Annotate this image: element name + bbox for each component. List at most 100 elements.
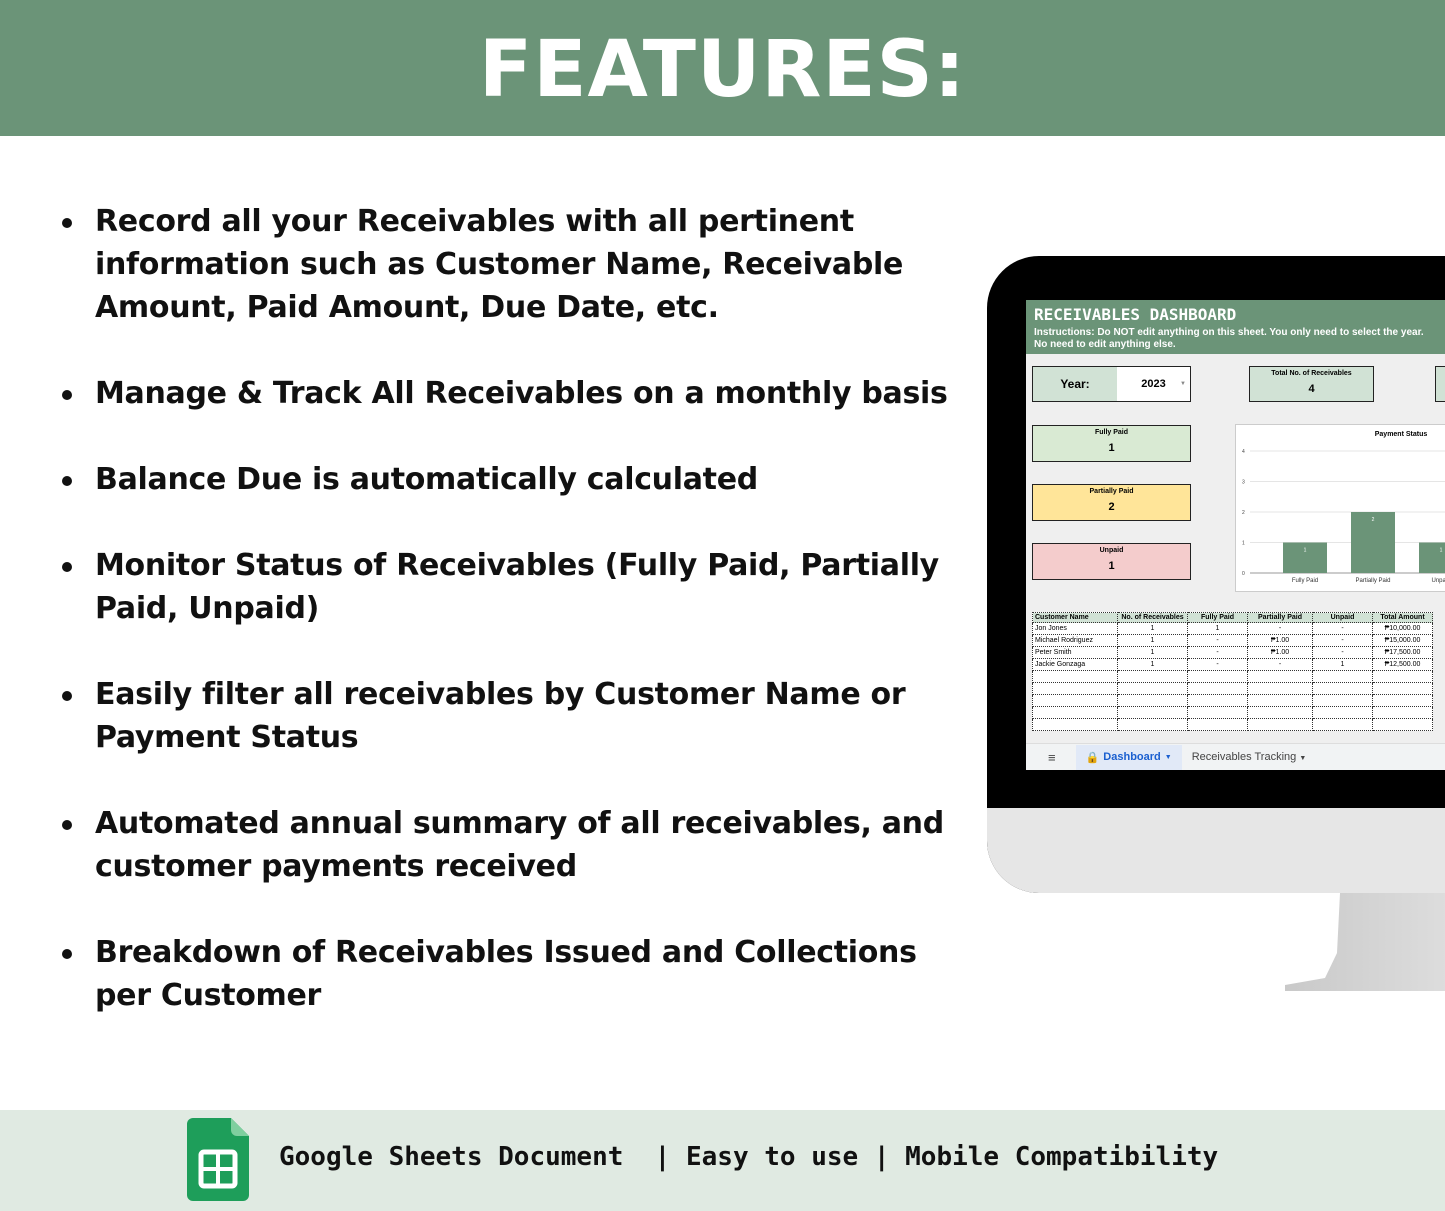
year-selector[interactable]: Year: 2023 ▼ xyxy=(1032,366,1191,402)
table-cell xyxy=(1247,706,1313,719)
column-header: Total Amount xyxy=(1372,612,1433,623)
lock-icon: 🔒 xyxy=(1085,751,1100,764)
column-header: Unpaid xyxy=(1312,612,1373,623)
table-cell xyxy=(1187,706,1248,719)
feature-item: Automated annual summary of all receivab… xyxy=(60,802,960,888)
table-cell xyxy=(1187,694,1248,707)
all-sheets-menu-icon[interactable]: ≡ xyxy=(1048,750,1056,765)
feature-item: Breakdown of Receivables Issued and Coll… xyxy=(60,931,960,1017)
table-row xyxy=(1032,682,1433,695)
table-row: Jon Jones 1 1- - ₱10,000.00 xyxy=(1032,622,1433,635)
y-tick-label: 0 xyxy=(1242,571,1245,577)
header-banner: FEATURES: xyxy=(0,0,1445,136)
sheet-tabs: ≡ 🔒 Dashboard ▼ Receivables Tracking ▼ xyxy=(1026,743,1445,770)
table-cell: ₱12,500.00 xyxy=(1372,658,1433,671)
google-sheets-icon xyxy=(187,1118,249,1201)
payment-status-chart: Payment Status 0 1 2 3 4 1 Fully Paid 2 Partially… xyxy=(1235,424,1445,592)
footer-banner: Google Sheets Document | Easy to use | M… xyxy=(0,1110,1445,1211)
table-cell xyxy=(1312,682,1373,695)
table-cell xyxy=(1247,718,1313,731)
column-header: Partially Paid xyxy=(1247,612,1313,623)
table-row: Jackie Gonzaga 1- -1 ₱12,500.00 xyxy=(1032,658,1433,671)
table-cell: Peter Smith xyxy=(1032,646,1118,659)
customer-table: Customer Name No. of Receivables Fully Pai… xyxy=(1032,612,1433,731)
feature-item: Record all your Receivables with all per… xyxy=(60,200,960,329)
table-cell: - xyxy=(1312,634,1373,647)
tab-receivables-tracking[interactable]: Receivables Tracking ▼ xyxy=(1192,751,1307,763)
column-header: Fully Paid xyxy=(1187,612,1248,623)
spreadsheet-screen: RECEIVABLES DASHBOARD Instructions: Do N… xyxy=(1026,300,1445,770)
table-cell: ₱10,000.00 xyxy=(1372,622,1433,635)
year-dropdown[interactable]: 2023 ▼ xyxy=(1117,367,1190,401)
monitor: RECEIVABLES DASHBOARD Instructions: Do N… xyxy=(987,256,1445,893)
table-cell: ₱1.00 xyxy=(1247,646,1313,659)
table-cell xyxy=(1312,670,1373,683)
feature-item: Manage & Track All Receivables on a mont… xyxy=(60,372,960,415)
card-label: Unpaid xyxy=(1099,547,1124,554)
tab-dashboard[interactable]: 🔒 Dashboard ▼ xyxy=(1075,744,1182,770)
table-cell: ₱1.00 xyxy=(1247,634,1313,647)
y-tick-label: 1 xyxy=(1242,541,1245,547)
table-cell xyxy=(1032,682,1118,695)
table-cell xyxy=(1032,718,1118,731)
table-cell xyxy=(1187,682,1248,695)
x-tick-label: Partially Paid xyxy=(1355,578,1390,584)
table-cell: 1 xyxy=(1117,658,1188,671)
year-label: Year: xyxy=(1033,367,1117,401)
y-tick-label: 2 xyxy=(1242,510,1245,516)
table-cell: - xyxy=(1247,658,1313,671)
table-row xyxy=(1032,718,1433,731)
card-label: Partially Paid xyxy=(1089,488,1134,495)
table-row xyxy=(1032,706,1433,719)
feature-list: Record all your Receivables with all per… xyxy=(60,200,960,1017)
instructions: Instructions: Do NOT edit anything on th… xyxy=(1034,327,1424,350)
table-cell xyxy=(1187,670,1248,683)
card-label: Fully Paid xyxy=(1094,429,1129,436)
table-row xyxy=(1032,694,1433,707)
card-value: 1 xyxy=(1108,442,1115,454)
card-value: 2 xyxy=(1108,501,1115,513)
y-tick-label: 3 xyxy=(1242,480,1245,486)
table-cell xyxy=(1312,718,1373,731)
table-cell: Jon Jones xyxy=(1032,622,1118,635)
table-cell xyxy=(1372,718,1433,731)
table-cell xyxy=(1372,706,1433,719)
table-cell xyxy=(1032,670,1118,683)
table-cell: - xyxy=(1187,658,1248,671)
chart-title: Payment Status xyxy=(1375,431,1428,438)
table-row: Peter Smith 1- ₱1.00- ₱17,500.00 xyxy=(1032,646,1433,659)
table-row: Michael Rodriguez 1- ₱1.00- ₱15,000.00 xyxy=(1032,634,1433,647)
table-cell xyxy=(1247,682,1313,695)
tab-label: Receivables Tracking xyxy=(1191,751,1297,763)
table-cell: ₱15,000.00 xyxy=(1372,634,1433,647)
fully-paid-card: Fully Paid 1 xyxy=(1032,425,1191,462)
partially-paid-card: Partially Paid 2 xyxy=(1032,484,1191,521)
table-cell: ₱17,500.00 xyxy=(1372,646,1433,659)
table-cell: Jackie Gonzaga xyxy=(1032,658,1118,671)
table-row xyxy=(1032,670,1433,683)
year-value: 2023 xyxy=(1141,378,1166,390)
chart-svg: Payment Status 0 1 2 3 4 1 Fully Paid 2 Partially… xyxy=(1242,431,1445,584)
card-label: Total No. of Receivables xyxy=(1271,370,1352,377)
header-title: FEATURES: xyxy=(478,25,967,115)
table-cell xyxy=(1312,706,1373,719)
table-cell: 1 xyxy=(1117,646,1188,659)
table-cell: 1 xyxy=(1117,634,1188,647)
feature-item: Balance Due is automatically calculated xyxy=(60,458,960,501)
table-cell xyxy=(1372,694,1433,707)
partial-card-offscreen xyxy=(1435,366,1445,402)
data-label: 1 xyxy=(1440,548,1443,554)
table-cell xyxy=(1247,694,1313,707)
table-cell: 1 xyxy=(1117,622,1188,635)
monitor-stand xyxy=(1285,893,1445,991)
y-tick-label: 4 xyxy=(1242,449,1245,455)
dashboard-header: RECEIVABLES DASHBOARD Instructions: Do N… xyxy=(1026,300,1445,354)
card-value: 1 xyxy=(1108,560,1115,572)
table-cell: - xyxy=(1187,634,1248,647)
feature-item: Easily filter all receivables by Custome… xyxy=(60,673,960,759)
table-cell xyxy=(1247,670,1313,683)
dashboard-title: RECEIVABLES DASHBOARD xyxy=(1034,305,1237,324)
table-cell: - xyxy=(1187,646,1248,659)
table-cell: 1 xyxy=(1312,658,1373,671)
table-cell: - xyxy=(1312,646,1373,659)
